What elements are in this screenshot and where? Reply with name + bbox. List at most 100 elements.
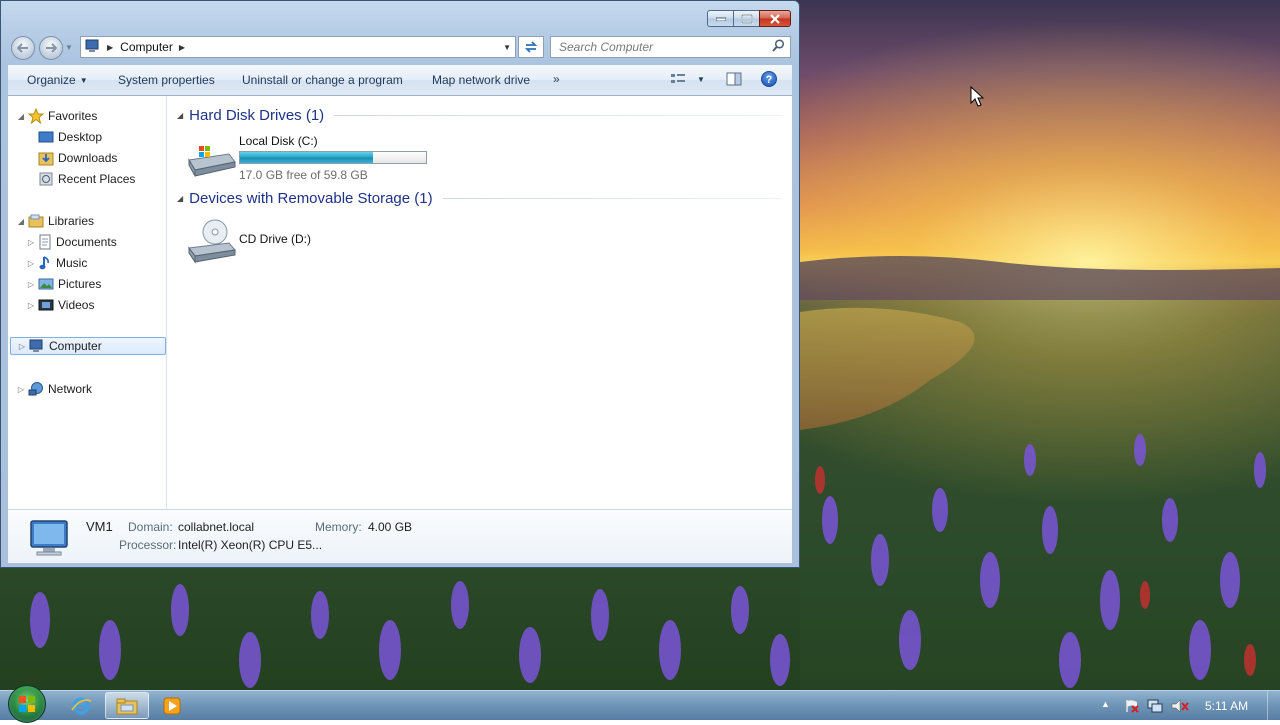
tree-documents[interactable]: ▷ Documents: [26, 233, 117, 251]
expand-triangle-icon[interactable]: ▷: [16, 385, 26, 394]
processor-label: Processor:: [119, 538, 177, 552]
expand-triangle-icon[interactable]: ▷: [26, 259, 36, 268]
drive-free-space: 17.0 GB free of 59.8 GB: [239, 168, 368, 182]
volume-muted-icon[interactable]: [1171, 699, 1189, 716]
tree-label: Videos: [58, 298, 95, 312]
memory-label: Memory:: [315, 520, 362, 534]
breadcrumb-separator[interactable]: ▶: [179, 43, 185, 52]
change-view-button[interactable]: [670, 72, 686, 86]
group-hard-disk-drives[interactable]: ◢ Hard Disk Drives (1): [177, 107, 782, 124]
tree-music[interactable]: ▷ Music: [26, 254, 87, 272]
refresh-button[interactable]: [518, 36, 544, 58]
search-input[interactable]: [557, 39, 771, 55]
processor-value: Intel(R) Xeon(R) CPU E5...: [178, 538, 323, 552]
organize-button[interactable]: Organize ▼: [27, 73, 88, 87]
breadcrumb-separator[interactable]: ▶: [107, 43, 113, 52]
tree-videos[interactable]: ▷ Videos: [26, 296, 95, 314]
tree-downloads[interactable]: Downloads: [26, 149, 117, 167]
back-button[interactable]: [11, 36, 35, 60]
tree-network[interactable]: ▷ Network: [16, 380, 92, 398]
videos-icon: [38, 298, 54, 312]
close-button[interactable]: [759, 10, 791, 27]
pictures-icon: [38, 277, 54, 291]
tree-pictures[interactable]: ▷ Pictures: [26, 275, 101, 293]
preview-pane-button[interactable]: [726, 72, 742, 89]
drive-cd[interactable]: CD Drive (D:): [185, 218, 311, 267]
view-options-dropdown[interactable]: ▼: [697, 75, 705, 84]
collapse-triangle-icon[interactable]: ◢: [16, 112, 26, 121]
documents-icon: [38, 234, 52, 250]
taskbar-internet-explorer[interactable]: [59, 692, 103, 719]
drive-usage-bar: [239, 151, 427, 164]
breadcrumb-computer[interactable]: Computer: [120, 40, 173, 54]
system-clock[interactable]: 5:11 AM: [1205, 699, 1248, 713]
forward-button[interactable]: [39, 36, 63, 60]
collapse-triangle-icon[interactable]: ◢: [177, 111, 183, 120]
taskbar-media-player[interactable]: [150, 692, 194, 719]
start-button[interactable]: [8, 685, 46, 723]
show-desktop-button[interactable]: [1267, 691, 1280, 720]
media-player-icon: [163, 697, 181, 714]
search-icon[interactable]: [772, 39, 785, 55]
network-status-icon[interactable]: [1147, 699, 1163, 716]
map-network-drive-button[interactable]: Map network drive: [432, 73, 530, 87]
group-divider: [334, 115, 782, 116]
memory-value: 4.00 GB: [368, 520, 413, 534]
expand-triangle-icon[interactable]: ▷: [26, 301, 36, 310]
tree-computer[interactable]: ▷ Computer: [10, 337, 166, 355]
show-hidden-icons-button[interactable]: ▲: [1101, 699, 1110, 709]
tree-libraries[interactable]: ◢ Libraries: [16, 212, 94, 230]
tree-label: Documents: [56, 235, 117, 249]
expand-triangle-icon[interactable]: ▷: [26, 238, 36, 247]
view-list-icon: [671, 74, 685, 83]
system-properties-button[interactable]: System properties: [118, 73, 215, 87]
caption-buttons: [707, 10, 791, 27]
tree-desktop[interactable]: Desktop: [26, 128, 102, 146]
help-icon: ?: [765, 74, 773, 86]
more-commands-button[interactable]: »: [553, 72, 560, 86]
recent-pages-dropdown[interactable]: ▼: [65, 43, 73, 52]
drive-info: Local Disk (C:) 17.0 GB free of 59.8 GB: [239, 134, 427, 182]
tree-recent-places[interactable]: Recent Places: [26, 170, 135, 188]
refresh-icon: [524, 41, 538, 53]
domain-value: collabnet.local: [178, 520, 255, 534]
collapse-triangle-icon[interactable]: ◢: [16, 217, 26, 226]
domain-label: Domain:: [128, 520, 173, 534]
tree-favorites[interactable]: ◢ Favorites: [16, 107, 97, 125]
group-divider: [442, 198, 782, 199]
taskbar: ▲ 5:11 AM: [0, 685, 1280, 723]
libraries-icon: [28, 214, 44, 228]
music-icon: [38, 255, 52, 271]
address-dropdown-icon[interactable]: ▼: [503, 43, 511, 52]
collapse-triangle-icon[interactable]: ◢: [177, 194, 183, 203]
group-removable-storage[interactable]: ◢ Devices with Removable Storage (1): [177, 190, 782, 207]
explorer-window: ▼ ▶ Computer ▶ ▼ Organize▼ System proper…: [0, 0, 800, 568]
drive-info: CD Drive (D:): [239, 232, 311, 267]
tree-label: Favorites: [48, 109, 98, 123]
action-center-flag-icon[interactable]: [1124, 699, 1140, 716]
drive-local-disk[interactable]: Local Disk (C:) 17.0 GB free of 59.8 GB: [185, 134, 427, 182]
hard-drive-icon: [185, 134, 237, 182]
expand-triangle-icon[interactable]: ▷: [26, 280, 36, 289]
mouse-cursor-icon: [970, 86, 985, 107]
network-icon: [28, 381, 44, 397]
details-pane: VM1 Domain: collabnet.local Memory: 4.00…: [8, 509, 792, 563]
computer-icon: [85, 39, 101, 56]
tree-label: Recent Places: [58, 172, 136, 186]
maximize-icon: [740, 13, 753, 24]
maximize-button[interactable]: [733, 10, 759, 27]
drive-name: Local Disk (C:): [239, 134, 318, 148]
minimize-icon: [715, 17, 726, 21]
search-box[interactable]: [550, 36, 791, 58]
tree-label: Downloads: [58, 151, 118, 165]
drive-usage-fill: [240, 152, 374, 163]
preview-pane-icon: [726, 72, 742, 86]
taskbar-windows-explorer[interactable]: [105, 692, 149, 719]
help-button[interactable]: ?: [761, 71, 777, 87]
address-bar[interactable]: ▶ Computer ▶ ▼: [80, 36, 516, 58]
organize-label: Organize: [27, 73, 76, 87]
expand-triangle-icon[interactable]: ▷: [17, 342, 27, 351]
uninstall-program-button[interactable]: Uninstall or change a program: [242, 73, 403, 87]
minimize-button[interactable]: [707, 10, 733, 27]
downloads-folder-icon: [38, 150, 54, 166]
